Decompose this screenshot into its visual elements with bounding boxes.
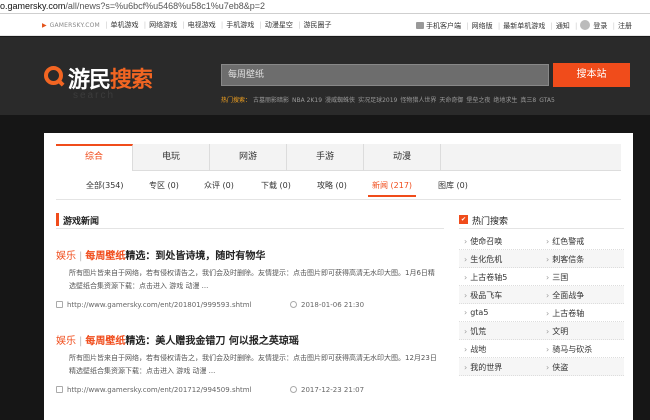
news-date: 2017-12-23 21:07: [290, 386, 364, 394]
hot-link[interactable]: 天命奇御: [439, 97, 463, 104]
hot-link[interactable]: NBA 2K19: [292, 97, 322, 104]
hot-link[interactable]: 堡垒之夜: [466, 97, 490, 104]
clock-icon: [290, 301, 297, 308]
hot-link[interactable]: 漫威蜘蛛侠: [325, 97, 355, 104]
register-link[interactable]: 注册: [618, 22, 632, 30]
tab-anime[interactable]: 动漫: [364, 144, 441, 171]
nav-link-notify[interactable]: 通知: [556, 22, 570, 30]
hot-link[interactable]: GTA5: [539, 97, 555, 104]
check-icon: ✔: [459, 215, 468, 224]
tab-console[interactable]: 电玩: [133, 144, 210, 171]
hot-search-item[interactable]: 上古卷轴: [546, 308, 584, 319]
hot-search-item[interactable]: 文明: [546, 326, 568, 337]
news-category[interactable]: 娱乐: [56, 251, 76, 262]
news-category[interactable]: 娱乐: [56, 336, 76, 347]
hot-link[interactable]: 实况足球2019: [358, 97, 397, 104]
site-top-nav: ▶ GAMERSKY.COM | 单机游戏 | 网络游戏 | 电视游戏 | 手机游戏 | 动…: [0, 14, 650, 36]
magnifier-logo-icon: [44, 66, 63, 85]
news-title[interactable]: 娱乐 | 每周壁纸精选：美人赠我金错刀 何以报之英琼瑶: [56, 332, 299, 347]
hot-search-item[interactable]: 极品飞车: [464, 290, 502, 301]
section-title: 游戏新闻: [63, 217, 100, 227]
hot-search-item[interactable]: 全面战争: [546, 290, 584, 301]
nav-link-online[interactable]: 网络游戏: [149, 21, 177, 29]
nav-link-netversion[interactable]: 网络版: [472, 22, 493, 30]
news-url[interactable]: http://www.gamersky.com/ent/201712/99450…: [56, 386, 252, 394]
subtab-reviews[interactable]: 众评 (0): [204, 180, 234, 191]
news-url[interactable]: http://www.gamersky.com/ent/201801/99959…: [56, 301, 252, 309]
news-summary: 所有图片皆来自于网络，若有侵权请告之，我们会及时删除。友情提示：点击图片即可获得…: [69, 269, 435, 290]
hot-link[interactable]: 怪物猎人世界: [400, 97, 436, 104]
section-header: 游戏新闻: [56, 213, 444, 229]
address-url[interactable]: o.gamersky.com/all/news?s=%u6bcf%u5468%u…: [0, 1, 265, 11]
login-link[interactable]: 登录: [593, 22, 607, 30]
search-input[interactable]: [222, 65, 548, 85]
hot-search-item[interactable]: gta5: [464, 308, 488, 317]
browser-address-bar[interactable]: o.gamersky.com/all/news?s=%u6bcf%u5468%u…: [0, 0, 650, 14]
tab-mobile[interactable]: 手游: [287, 144, 364, 171]
link-icon: [56, 386, 63, 393]
hot-search-item[interactable]: 侠盗: [546, 362, 568, 373]
hot-search-item[interactable]: 使命召唤: [464, 236, 502, 247]
hot-search-item[interactable]: 饥荒: [464, 326, 486, 337]
search-box[interactable]: [221, 64, 549, 86]
results-panel: 综合 电玩 网游 手游 动漫 全部(354) 专区 (0) 众评 (0) 下载 …: [44, 133, 633, 420]
hot-link[interactable]: 古墓丽影暗影: [253, 97, 289, 104]
nav-link-newgames[interactable]: 最新单机游戏: [503, 22, 545, 30]
arrow-icon: ▶: [42, 22, 47, 29]
nav-link-circle[interactable]: 游民圈子: [303, 21, 331, 29]
subtab-all[interactable]: 全部(354): [86, 180, 124, 191]
site-header: 游民搜索 search 搜本站 热门搜索：古墓丽影暗影NBA 2K19漫威蜘蛛侠…: [0, 37, 650, 115]
nav-link-tv[interactable]: 电视游戏: [188, 21, 216, 29]
news-date: 2018-01-06 21:30: [290, 301, 364, 309]
mobile-icon: [416, 22, 425, 29]
nav-link-mobile[interactable]: 手机游戏: [226, 21, 254, 29]
hot-link[interactable]: 绝地求生: [493, 97, 517, 104]
nav-link-single[interactable]: 单机游戏: [110, 21, 138, 29]
hot-link[interactable]: 真三8: [520, 97, 536, 104]
hot-search-title: 热门搜索: [472, 217, 509, 227]
avatar-icon[interactable]: [580, 20, 591, 30]
tab-all[interactable]: 综合: [56, 144, 133, 171]
filter-subtabs: 全部(354) 专区 (0) 众评 (0) 下载 (0) 攻略 (0) 新闻 (…: [56, 175, 621, 197]
hot-search-item[interactable]: 三国: [546, 272, 568, 283]
site-domain[interactable]: GAMERSKY.COM: [50, 22, 100, 29]
tab-online[interactable]: 网游: [210, 144, 287, 171]
active-subtab-indicator: [368, 195, 416, 197]
subtab-downloads[interactable]: 下载 (0): [261, 180, 291, 191]
divider: [56, 199, 621, 200]
hot-search-item[interactable]: 红色警戒: [546, 236, 584, 247]
hot-search-item[interactable]: 刺客信条: [546, 254, 584, 265]
subtab-guides[interactable]: 攻略 (0): [317, 180, 347, 191]
category-tabs: 综合 电玩 网游 手游 动漫: [56, 144, 621, 171]
hot-search-header: ✔ 热门搜索: [459, 213, 624, 229]
nav-link-anime[interactable]: 动漫星空: [265, 21, 293, 29]
hot-search-bar: 热门搜索： 古墓丽影暗影 NBA 2K19 漫威蜘蛛侠 实况足球2019 怪物猎人世界 天命…: [221, 97, 555, 104]
news-summary: 所有图片皆来自于网络，若有侵权请告之，我们会及时删除。友情提示：点击图片即可获得…: [69, 354, 437, 375]
subtab-news[interactable]: 新闻 (217): [372, 180, 412, 191]
clock-icon: [290, 386, 297, 393]
hot-search-item[interactable]: 战地: [464, 344, 486, 355]
hot-search-item[interactable]: 生化危机: [464, 254, 502, 265]
nav-link-app[interactable]: 手机客户端: [426, 22, 461, 30]
search-button[interactable]: 搜本站: [553, 63, 630, 87]
hot-search-item[interactable]: 我的世界: [464, 362, 502, 373]
subtab-gallery[interactable]: 图库 (0): [438, 180, 468, 191]
news-title[interactable]: 娱乐 | 每周壁纸精选：到处皆诗境，随时有物华: [56, 247, 265, 262]
link-icon: [56, 301, 63, 308]
hot-search-item[interactable]: 上古卷轴5: [464, 272, 507, 283]
subtab-zone[interactable]: 专区 (0): [149, 180, 179, 191]
hot-search-item[interactable]: 骑马与砍杀: [546, 344, 592, 355]
